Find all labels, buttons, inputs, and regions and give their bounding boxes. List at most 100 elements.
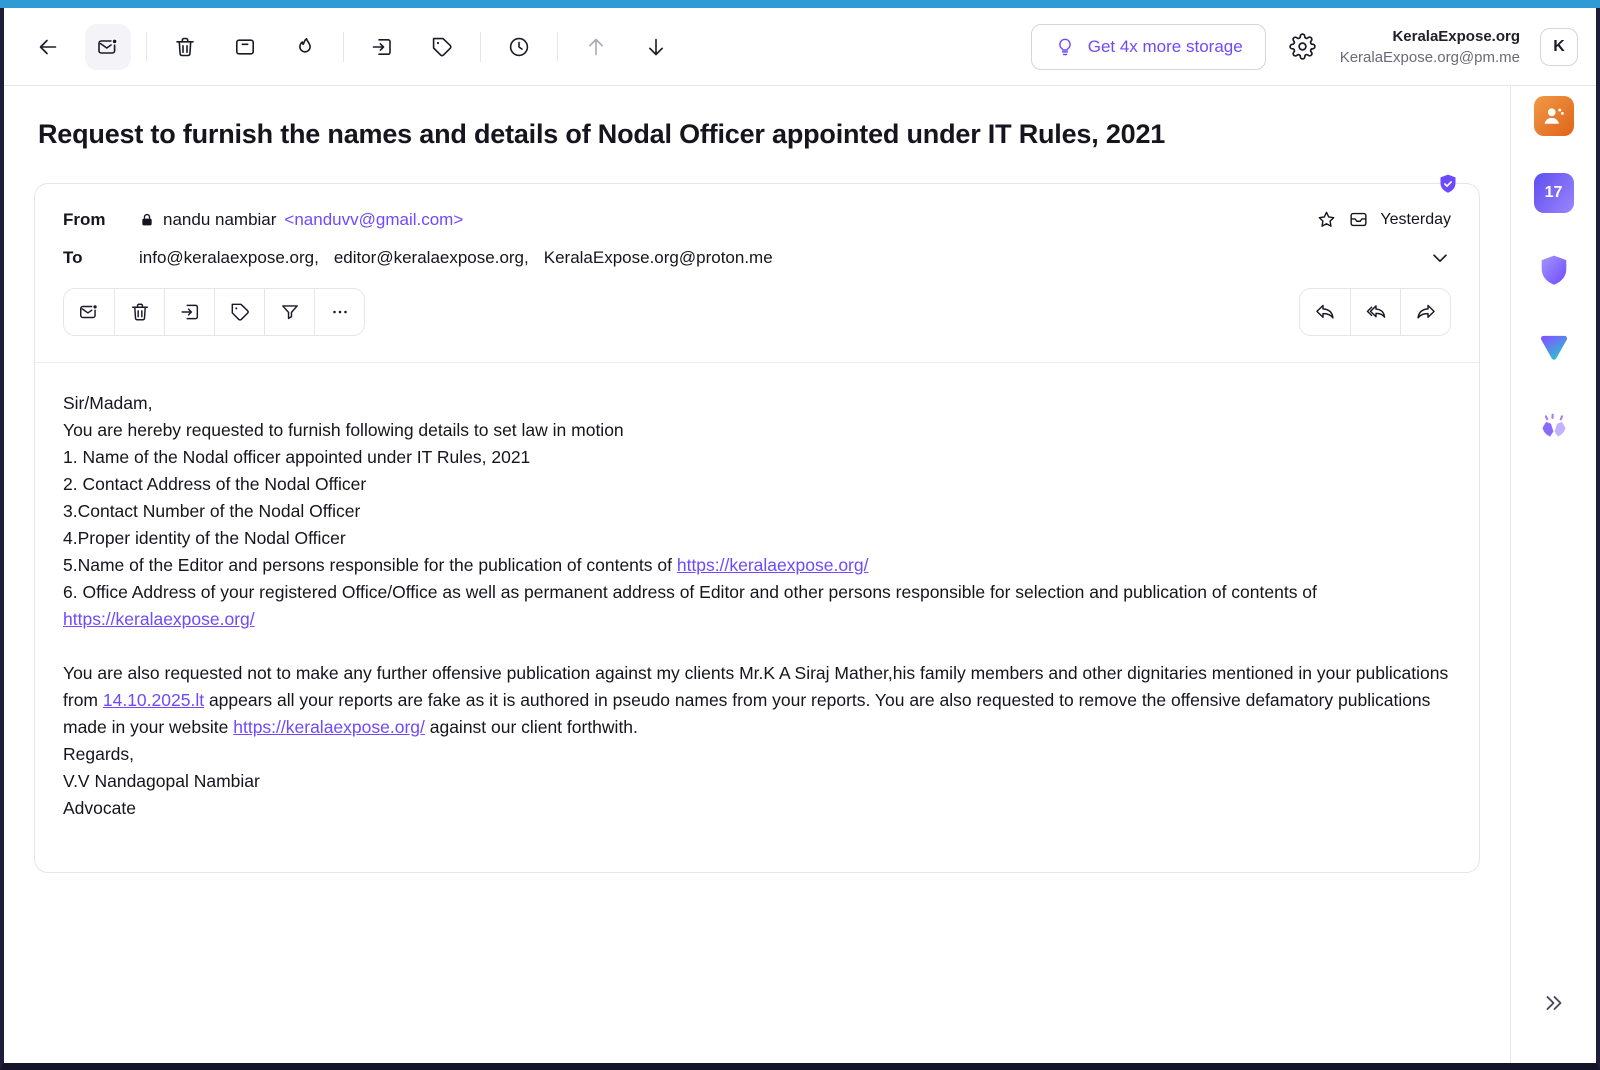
archive-button[interactable] bbox=[222, 24, 268, 70]
body-text: against our client forthwith. bbox=[425, 717, 638, 737]
reply-icon bbox=[1314, 301, 1336, 323]
recipient[interactable]: KeralaExpose.org@proton.me bbox=[544, 248, 773, 268]
inbox-location-icon bbox=[1348, 209, 1369, 230]
settings-button[interactable] bbox=[1286, 30, 1320, 64]
body-line: You are hereby requested to furnish foll… bbox=[63, 417, 1451, 444]
toolbar-separator bbox=[480, 32, 481, 62]
previous-message-button bbox=[573, 24, 619, 70]
body-line: You are also requested not to make any f… bbox=[63, 660, 1451, 741]
from-label: From bbox=[63, 210, 139, 230]
message-view: Request to furnish the names and details… bbox=[4, 86, 1510, 1063]
message-mark-unread-button[interactable] bbox=[64, 289, 114, 335]
toolbar-separator bbox=[343, 32, 344, 62]
forward-button[interactable] bbox=[1400, 289, 1450, 335]
main-toolbar: Get 4x more storage KeralaExpose.org Ker… bbox=[4, 8, 1596, 86]
message-move-to-button[interactable] bbox=[164, 289, 214, 335]
body-text: 5.Name of the Editor and persons respons… bbox=[63, 555, 677, 575]
body-text: Advocate bbox=[63, 798, 136, 818]
clock-icon bbox=[507, 35, 531, 59]
toolbar-right-group: Get 4x more storage KeralaExpose.org Ker… bbox=[1031, 24, 1578, 70]
lock-icon bbox=[139, 212, 155, 228]
body-line: 5.Name of the Editor and persons respons… bbox=[63, 552, 1451, 579]
trash-icon bbox=[173, 35, 197, 59]
mark-unread-icon bbox=[78, 301, 100, 323]
referral-hands-icon[interactable] bbox=[1534, 404, 1574, 444]
sender-address[interactable]: <nanduvv@gmail.com> bbox=[284, 210, 463, 230]
recipient[interactable]: editor@keralaexpose.org, bbox=[334, 248, 529, 268]
forward-icon bbox=[1415, 301, 1437, 323]
sender-name[interactable]: nandu nambiar bbox=[163, 210, 276, 230]
body-text: Regards, bbox=[63, 744, 134, 764]
star-icon[interactable] bbox=[1316, 209, 1337, 230]
get-more-storage-label: Get 4x more storage bbox=[1088, 37, 1243, 57]
body-text: Sir/Madam, bbox=[63, 393, 152, 413]
body-line: V.V Nandagopal Nambiar bbox=[63, 768, 1451, 795]
account-email: KeralaExpose.org@pm.me bbox=[1340, 47, 1520, 68]
toolbar-separator bbox=[557, 32, 558, 62]
label-button[interactable] bbox=[419, 24, 465, 70]
message-filter-button[interactable] bbox=[264, 289, 314, 335]
back-button[interactable] bbox=[25, 24, 71, 70]
contacts-app-icon[interactable] bbox=[1534, 96, 1574, 136]
message-actions-right bbox=[1299, 288, 1451, 336]
body-line: 3.Contact Number of the Nodal Officer bbox=[63, 498, 1451, 525]
drive-app-icon[interactable] bbox=[1534, 327, 1574, 367]
move-to-button[interactable] bbox=[359, 24, 405, 70]
next-message-button[interactable] bbox=[633, 24, 679, 70]
arrow-up-icon bbox=[584, 35, 608, 59]
body-line: 2. Contact Address of the Nodal Officer bbox=[63, 471, 1451, 498]
message-timestamp: Yesterday bbox=[1380, 211, 1451, 229]
tag-icon bbox=[229, 301, 251, 323]
spam-button[interactable] bbox=[282, 24, 328, 70]
snooze-button[interactable] bbox=[496, 24, 542, 70]
message-actions-left bbox=[63, 288, 365, 336]
reply-button[interactable] bbox=[1300, 289, 1350, 335]
message-body: Sir/Madam, You are hereby requested to fu… bbox=[35, 363, 1479, 872]
body-line: 4.Proper identity of the Nodal Officer bbox=[63, 525, 1451, 552]
mark-unread-button[interactable] bbox=[85, 24, 131, 70]
trash-button[interactable] bbox=[162, 24, 208, 70]
body-line: Sir/Madam, bbox=[63, 390, 1451, 417]
tag-icon bbox=[430, 35, 454, 59]
body-link[interactable]: https://keralaexpose.org/ bbox=[63, 609, 255, 629]
message-label-button[interactable] bbox=[214, 289, 264, 335]
body-line: Regards, bbox=[63, 741, 1451, 768]
message-subject: Request to furnish the names and details… bbox=[38, 119, 1480, 150]
body-link[interactable]: https://keralaexpose.org/ bbox=[677, 555, 869, 575]
expand-details-chevron-icon[interactable] bbox=[1429, 247, 1451, 269]
body-text: 1. Name of the Nodal officer appointed u… bbox=[63, 447, 530, 467]
collapse-sidebar-button[interactable] bbox=[1542, 991, 1566, 1015]
body-link[interactable]: https://keralaexpose.org/ bbox=[233, 717, 425, 737]
avatar[interactable]: K bbox=[1540, 28, 1578, 66]
message-more-button[interactable] bbox=[314, 289, 364, 335]
body-text: 4.Proper identity of the Nodal Officer bbox=[63, 528, 346, 548]
lightbulb-icon bbox=[1054, 36, 1076, 58]
recipient-list: info@keralaexpose.org, editor@keralaexpos… bbox=[139, 248, 773, 268]
body-text: You are hereby requested to furnish foll… bbox=[63, 420, 624, 440]
body-text: 3.Contact Number of the Nodal Officer bbox=[63, 501, 360, 521]
body-line: Advocate bbox=[63, 795, 1451, 822]
reply-all-icon bbox=[1365, 301, 1387, 323]
archive-icon bbox=[233, 35, 257, 59]
mark-unread-icon bbox=[96, 35, 120, 59]
calendar-app-icon[interactable]: 17 bbox=[1534, 173, 1574, 213]
toolbar-icon-group bbox=[18, 24, 686, 70]
window-top-accent-bar bbox=[0, 0, 1600, 8]
more-icon bbox=[329, 301, 351, 323]
apps-sidebar: 17 bbox=[1510, 86, 1596, 1063]
trash-icon bbox=[129, 301, 151, 323]
pass-app-icon[interactable] bbox=[1534, 250, 1574, 290]
get-more-storage-button[interactable]: Get 4x more storage bbox=[1031, 24, 1266, 70]
app-window: Get 4x more storage KeralaExpose.org Ker… bbox=[0, 0, 1600, 1070]
arrow-left-icon bbox=[36, 35, 60, 59]
message-action-bar bbox=[35, 271, 1479, 362]
to-label: To bbox=[63, 248, 139, 268]
reply-all-button[interactable] bbox=[1350, 289, 1400, 335]
recipient[interactable]: info@keralaexpose.org, bbox=[139, 248, 319, 268]
message-header: From nandu nambiar <nanduvv@gmail.com> Y… bbox=[35, 184, 1479, 271]
message-trash-button[interactable] bbox=[114, 289, 164, 335]
body-text: 2. Contact Address of the Nodal Officer bbox=[63, 474, 366, 494]
message-card: From nandu nambiar <nanduvv@gmail.com> Y… bbox=[34, 183, 1480, 873]
body-link[interactable]: 14.10.2025.lt bbox=[103, 690, 204, 710]
body-line: 6. Office Address of your registered Off… bbox=[63, 579, 1451, 633]
